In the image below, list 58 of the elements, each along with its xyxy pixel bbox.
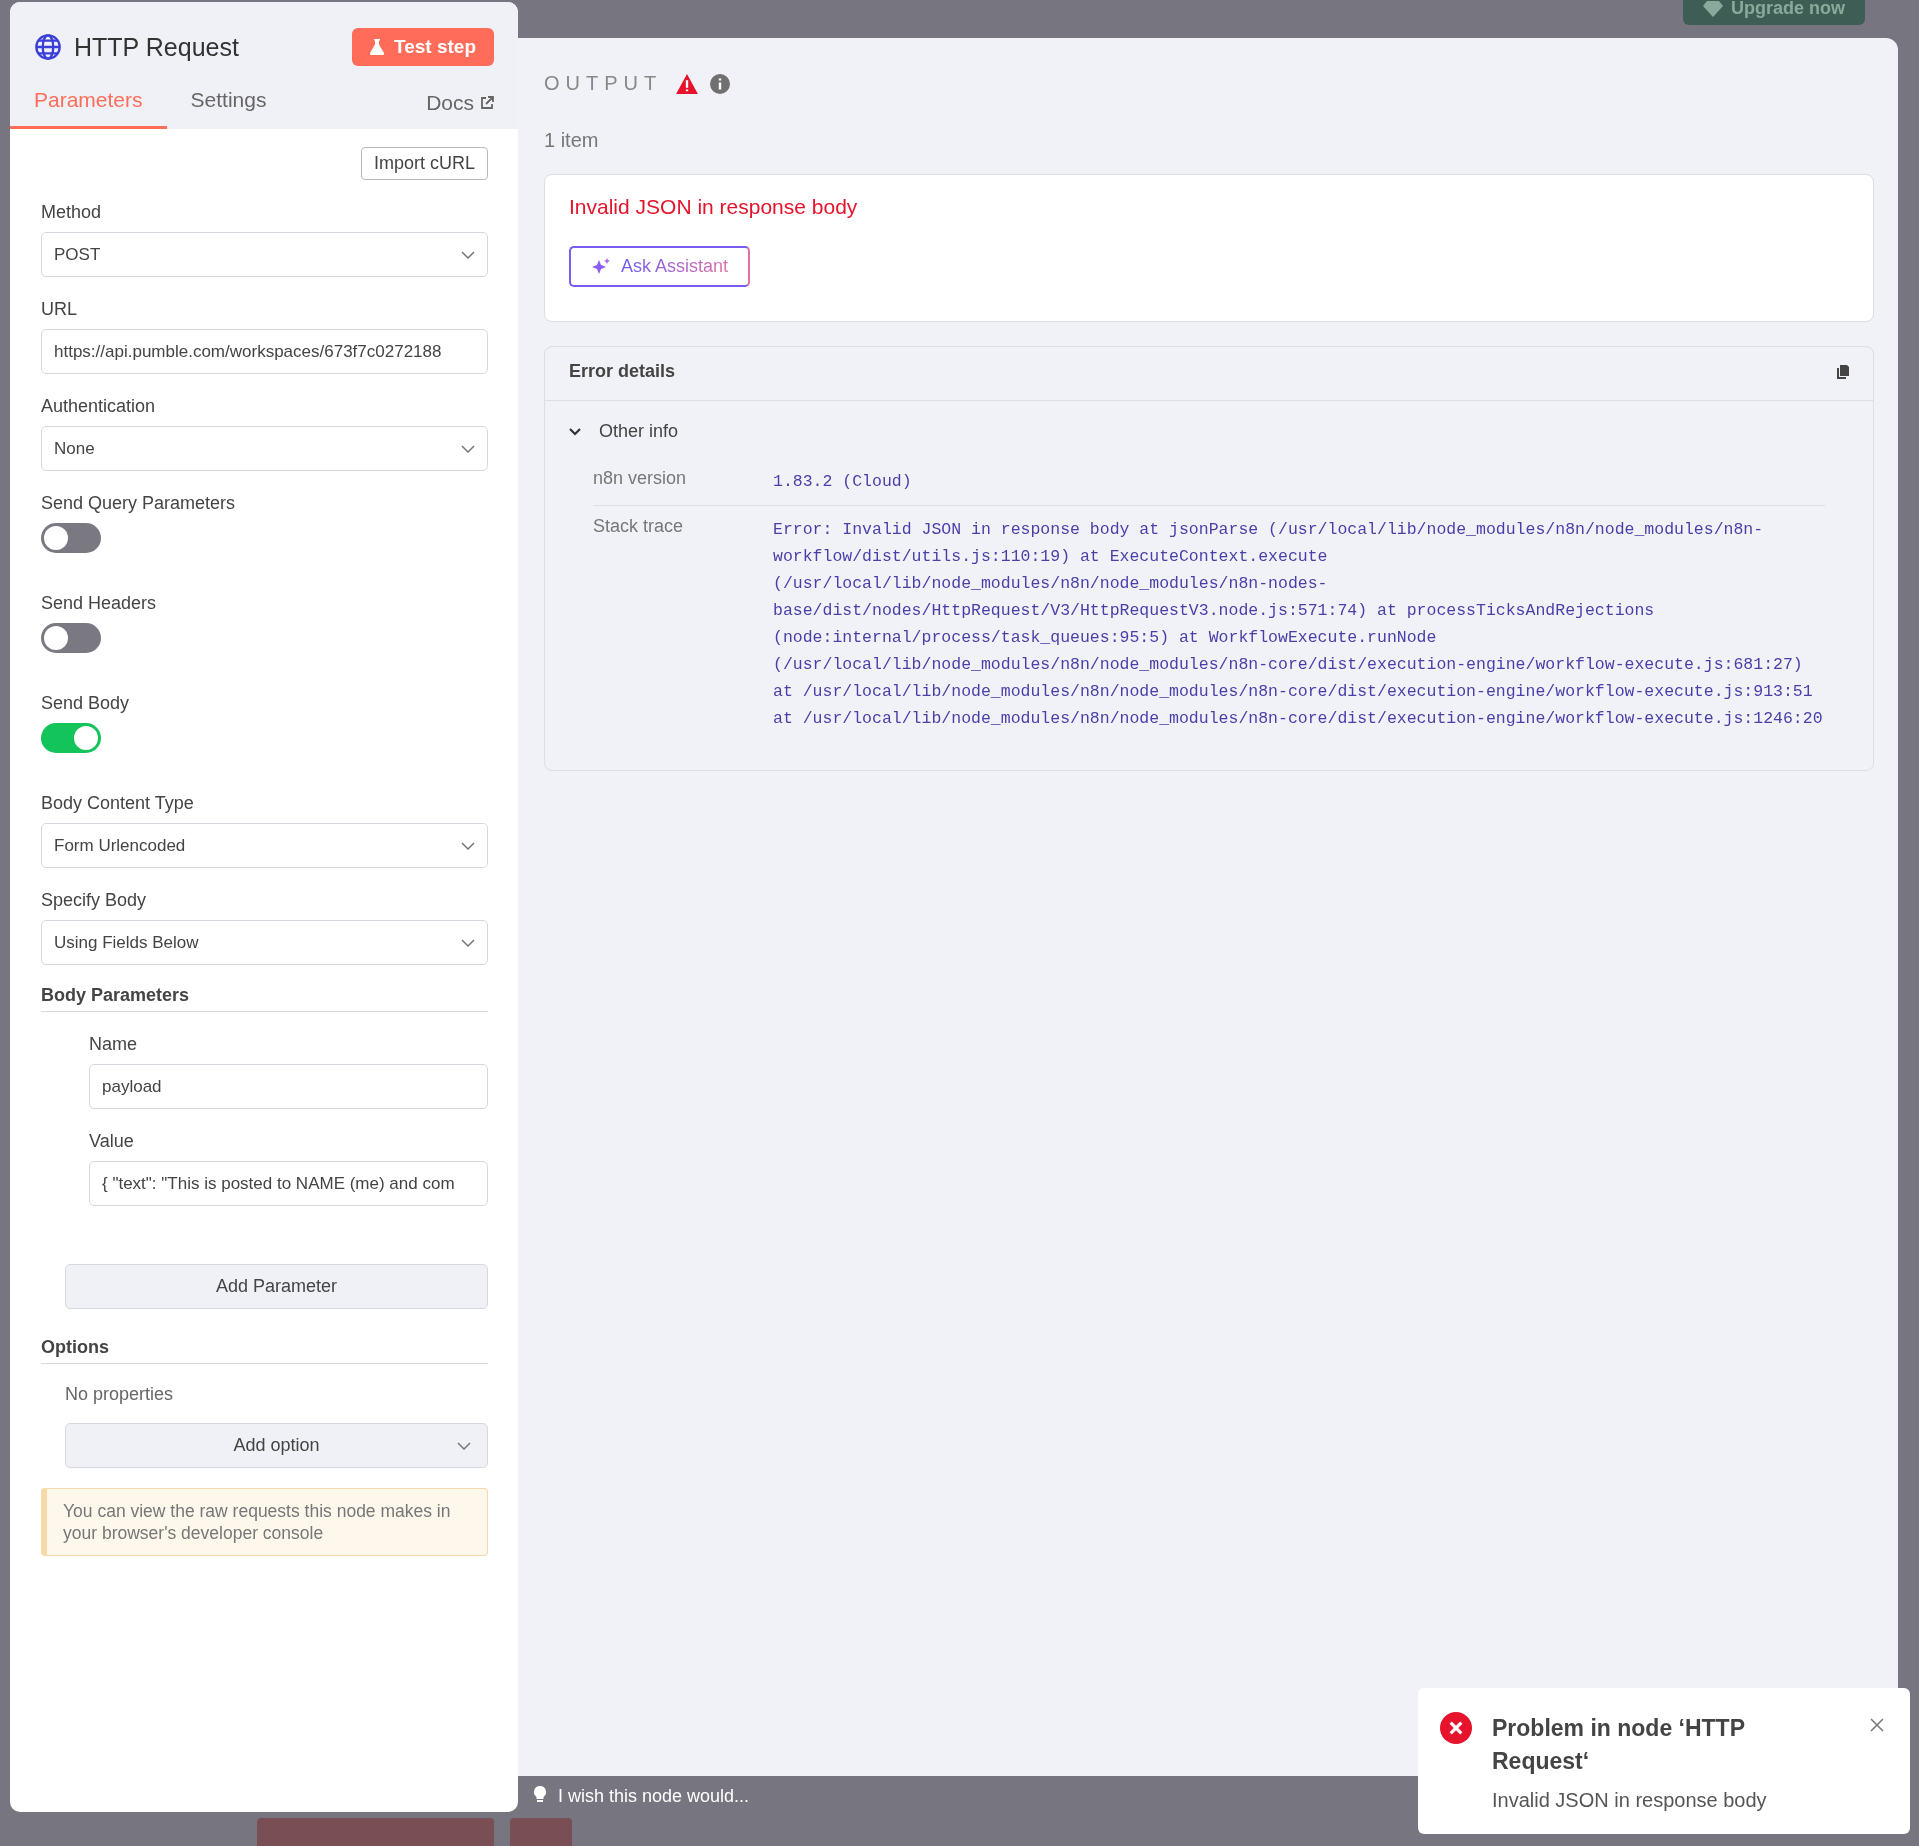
tab[interactable]: Settings (166, 80, 291, 129)
section-heading: Body Parameters (41, 985, 488, 1012)
detail-label: n8n version (593, 468, 688, 490)
error-icon (1440, 1712, 1472, 1744)
info-icon (710, 73, 731, 94)
empty-text: No properties (65, 1384, 175, 1405)
add-option-button[interactable]: Add option (65, 1423, 488, 1468)
chevron-down-icon (461, 250, 475, 259)
field-label: Send Body (41, 693, 130, 714)
flask-icon (370, 39, 384, 55)
close-icon[interactable] (1870, 1718, 1884, 1732)
field-label: Send Headers (41, 593, 157, 614)
section-toggle[interactable]: Other info (569, 421, 1825, 442)
select-field[interactable]: None (41, 426, 488, 471)
field-label: Value (89, 1131, 134, 1152)
field-label: Send Query Parameters (41, 493, 236, 514)
input-field[interactable]: payload (89, 1064, 488, 1109)
chevron-down-icon (457, 1442, 471, 1450)
toast-title: Problem in node ‘HTTP Request‘ (1492, 1714, 1746, 1777)
select-field[interactable]: POST (41, 232, 488, 277)
field-label: Body Content Type (41, 793, 194, 814)
field-label: Specify Body (41, 890, 147, 911)
copy-icon[interactable] (1837, 364, 1849, 379)
node-title: HTTP Request (74, 32, 240, 62)
field-label: Authentication (41, 396, 156, 417)
field-label: Name (89, 1034, 137, 1055)
lightbulb-icon (534, 1786, 546, 1802)
error-details-title: Error details (569, 361, 676, 382)
toggle-switch[interactable] (41, 723, 101, 753)
ask-assistant-button[interactable]: Ask Assistant (569, 246, 751, 287)
chevron-down-icon (461, 841, 475, 850)
input-field[interactable]: https://api.pumble.com/workspaces/673f7c0272188 (41, 329, 488, 374)
chevron-down-icon (461, 444, 475, 453)
diamond-icon (1703, 0, 1723, 17)
output-title: OUTPUT (544, 72, 663, 95)
detail-label: Stack trace (593, 516, 685, 538)
error-message: Invalid JSON in response body (569, 195, 858, 219)
input-field[interactable]: { "text": "This is posted to NAME (me) and com (89, 1161, 488, 1206)
globe-icon (34, 33, 62, 61)
chevron-down-icon (461, 938, 475, 947)
toast-message: Invalid JSON in response body (1492, 1788, 1768, 1812)
docs-link[interactable]: Docs (426, 91, 494, 129)
section-heading: Options (41, 1337, 488, 1364)
toggle-switch[interactable] (41, 523, 101, 553)
item-count: 1 item (544, 129, 600, 152)
feedback-input[interactable]: I wish this node would... (558, 1786, 750, 1807)
select-field[interactable]: Using Fields Below (41, 920, 488, 965)
add-parameter-button[interactable]: Add Parameter (65, 1264, 488, 1309)
field-label: URL (41, 299, 77, 320)
import-curl-button[interactable]: Import cURL (360, 147, 488, 180)
external-link-icon (480, 96, 494, 110)
warning-icon (676, 73, 699, 94)
detail-value: 1.83.2 (Cloud) (773, 471, 913, 493)
toggle-switch[interactable] (41, 623, 101, 653)
info-notice: You can view the raw requests this node makes in your browser's developer console (41, 1488, 488, 1556)
field-label: Method (41, 202, 102, 223)
detail-value: Error: Invalid JSON in response body at jsonParse (/usr/local/lib/node_modules/n8n/node_modules/n8n-workflow/dist/utils.js:110:19) at ExecuteContext.execute (/usr/local/lib/node_modules/n8n/node_modules/n8n-nodes-base/dist/nodes/HttpRequest/V3/HttpRequestV3.node.js:571:74) at processTicksAndRejections (node:internal/process/task_queues:95:5) at WorkflowExecute.runNode (/usr/local/lib/node_modules/n8n/node_modules/n8n-core/dist/execution-engine/workflow-execute.js:681:27) at /usr/local/lib/node_modules/n8n/node_modules/n8n-core/dist/execution-engine/workflow-execute.js:913:51 at /usr/local/lib/node_modules/n8n/node_modules/n8n-core/dist/execution-engine/workflow-execute.js:1246:20 (773, 519, 1824, 730)
select-field[interactable]: Form Urlencoded (41, 823, 488, 868)
